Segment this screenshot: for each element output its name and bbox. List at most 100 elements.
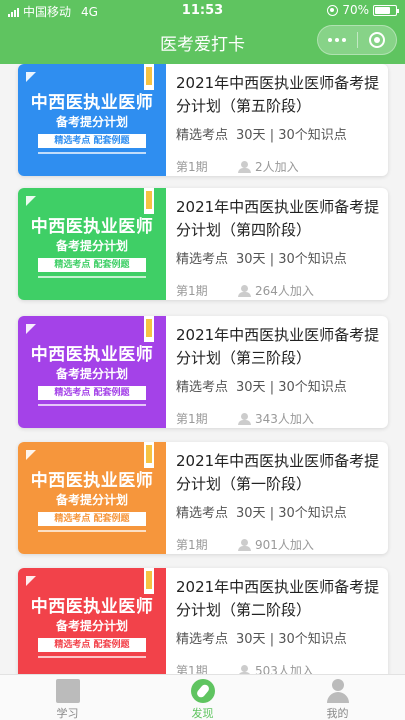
tab-discover-label: 发现 <box>191 707 214 720</box>
plan-meta: 精选考点 30天 | 30个知识点 <box>176 128 347 143</box>
plan-card[interactable]: 中西医执业医师 备考提分计划 精选考点 配套例题 2021年中西医执业医师备考提… <box>18 316 388 428</box>
bottom-tab-bar: 学习 发现 我的 <box>0 674 405 720</box>
plan-meta: 精选考点 30天 | 30个知识点 <box>176 506 347 521</box>
cover-title: 中西医执业医师 <box>30 93 154 113</box>
cover-divider <box>38 404 146 406</box>
cover-subtitle: 备考提分计划 <box>55 239 128 253</box>
plan-period: 第1期 <box>176 538 208 552</box>
person-icon <box>238 284 251 297</box>
plan-joined: 901人加入 <box>255 538 314 552</box>
plan-cover-image: 中西医执业医师 备考提分计划 精选考点 配套例题 <box>18 568 166 674</box>
plan-title: 2021年中西医执业医师备考提分计划（第一阶段） <box>176 452 380 493</box>
plan-joined: 503人加入 <box>255 664 314 674</box>
more-menu-button[interactable] <box>318 38 357 42</box>
plan-card[interactable]: 中西医执业医师 备考提分计划 精选考点 配套例题 2021年中西医执业医师备考提… <box>18 64 388 176</box>
plan-tag: 精选考点 <box>176 380 229 395</box>
plan-cover-image: 中西医执业医师 备考提分计划 精选考点 配套例题 <box>18 316 166 428</box>
person-icon <box>238 664 251 674</box>
tab-study-label: 学习 <box>56 707 79 720</box>
more-dots-icon <box>328 38 333 42</box>
miniapp-capsule <box>317 25 397 55</box>
battery-percent: 70% <box>342 3 369 17</box>
person-icon <box>238 412 251 425</box>
compass-icon <box>190 679 215 703</box>
cover-title: 中西医执业医师 <box>30 345 154 365</box>
plan-days: 30天 <box>236 128 266 143</box>
plan-title: 2021年中西医执业医师备考提分计划（第三阶段） <box>176 326 380 367</box>
plan-cover-image: 中西医执业医师 备考提分计划 精选考点 配套例题 <box>18 64 166 176</box>
tab-mine-label: 我的 <box>326 707 349 720</box>
person-icon <box>238 538 251 551</box>
plan-joined: 264人加入 <box>255 284 314 298</box>
book-icon <box>55 679 80 703</box>
cover-tagline: 精选考点 配套例题 <box>38 258 146 272</box>
plan-card[interactable]: 中西医执业医师 备考提分计划 精选考点 配套例题 2021年中西医执业医师备考提… <box>18 442 388 554</box>
plan-meta: 精选考点 30天 | 30个知识点 <box>176 632 347 647</box>
plan-tag: 精选考点 <box>176 506 229 521</box>
cover-ribbon-icon <box>144 64 154 90</box>
plan-days: 30天 <box>236 380 266 395</box>
plan-list[interactable]: 中西医执业医师 备考提分计划 精选考点 配套例题 2021年中西医执业医师备考提… <box>0 64 405 674</box>
cover-subtitle: 备考提分计划 <box>55 619 128 633</box>
cover-subtitle: 备考提分计划 <box>55 115 128 129</box>
plan-card[interactable]: 中西医执业医师 备考提分计划 精选考点 配套例题 2021年中西医执业医师备考提… <box>18 568 388 674</box>
plan-period: 第1期 <box>176 284 208 298</box>
tab-study[interactable]: 学习 <box>0 675 135 720</box>
plan-tag: 精选考点 <box>176 128 229 143</box>
plan-period: 第1期 <box>176 412 208 426</box>
plan-cover-image: 中西医执业医师 备考提分计划 精选考点 配套例题 <box>18 442 166 554</box>
cover-corner-decoration <box>26 450 36 460</box>
plan-points: 30个知识点 <box>278 128 347 143</box>
cover-divider <box>38 656 146 658</box>
cover-tagline: 精选考点 配套例题 <box>38 386 146 400</box>
person-icon <box>238 160 251 173</box>
plan-tag: 精选考点 <box>176 252 229 267</box>
cover-tagline: 精选考点 配套例题 <box>38 638 146 652</box>
user-icon <box>326 679 350 703</box>
plan-period: 第1期 <box>176 160 208 174</box>
status-bar: 中国移动 4G 11:53 70% <box>0 0 405 22</box>
plan-title: 2021年中西医执业医师备考提分计划（第五阶段） <box>176 74 380 115</box>
plan-meta: 精选考点 30天 | 30个知识点 <box>176 380 347 395</box>
plan-points: 30个知识点 <box>278 252 347 267</box>
cover-ribbon-icon <box>144 442 154 468</box>
cover-corner-decoration <box>26 576 36 586</box>
close-circle-icon <box>368 32 385 48</box>
plan-title: 2021年中西医执业医师备考提分计划（第四阶段） <box>176 198 380 239</box>
cover-title: 中西医执业医师 <box>30 597 154 617</box>
plan-period: 第1期 <box>176 664 208 674</box>
plan-points: 30个知识点 <box>278 380 347 395</box>
orientation-lock-icon <box>327 4 339 16</box>
tab-mine[interactable]: 我的 <box>270 675 405 720</box>
cover-corner-decoration <box>26 196 36 206</box>
plan-joined: 2人加入 <box>255 160 299 174</box>
plan-joined: 343人加入 <box>255 412 314 426</box>
cover-tagline: 精选考点 配套例题 <box>38 512 146 526</box>
cover-corner-decoration <box>26 72 36 82</box>
plan-days: 30天 <box>236 632 266 647</box>
cover-title: 中西医执业医师 <box>30 471 154 491</box>
close-miniapp-button[interactable] <box>357 32 396 48</box>
tab-discover[interactable]: 发现 <box>135 675 270 720</box>
plan-points: 30个知识点 <box>278 632 347 647</box>
plan-cover-image: 中西医执业医师 备考提分计划 精选考点 配套例题 <box>18 188 166 300</box>
plan-tag: 精选考点 <box>176 632 229 647</box>
cover-ribbon-icon <box>144 316 154 342</box>
cover-title: 中西医执业医师 <box>30 217 154 237</box>
cover-ribbon-icon <box>144 188 154 214</box>
plan-points: 30个知识点 <box>278 506 347 521</box>
cover-divider <box>38 530 146 532</box>
cover-tagline: 精选考点 配套例题 <box>38 134 146 148</box>
battery-icon <box>373 4 399 16</box>
top-header: 中国移动 4G 11:53 70% 医考爱打卡 <box>0 0 405 64</box>
cover-ribbon-icon <box>144 568 154 594</box>
cover-subtitle: 备考提分计划 <box>55 493 128 507</box>
plan-meta: 精选考点 30天 | 30个知识点 <box>176 252 347 267</box>
cover-divider <box>38 152 146 154</box>
cover-subtitle: 备考提分计划 <box>55 367 128 381</box>
cover-corner-decoration <box>26 324 36 334</box>
plan-days: 30天 <box>236 252 266 267</box>
plan-card[interactable]: 中西医执业医师 备考提分计划 精选考点 配套例题 2021年中西医执业医师备考提… <box>18 188 388 300</box>
plan-title: 2021年中西医执业医师备考提分计划（第二阶段） <box>176 578 380 619</box>
plan-days: 30天 <box>236 506 266 521</box>
